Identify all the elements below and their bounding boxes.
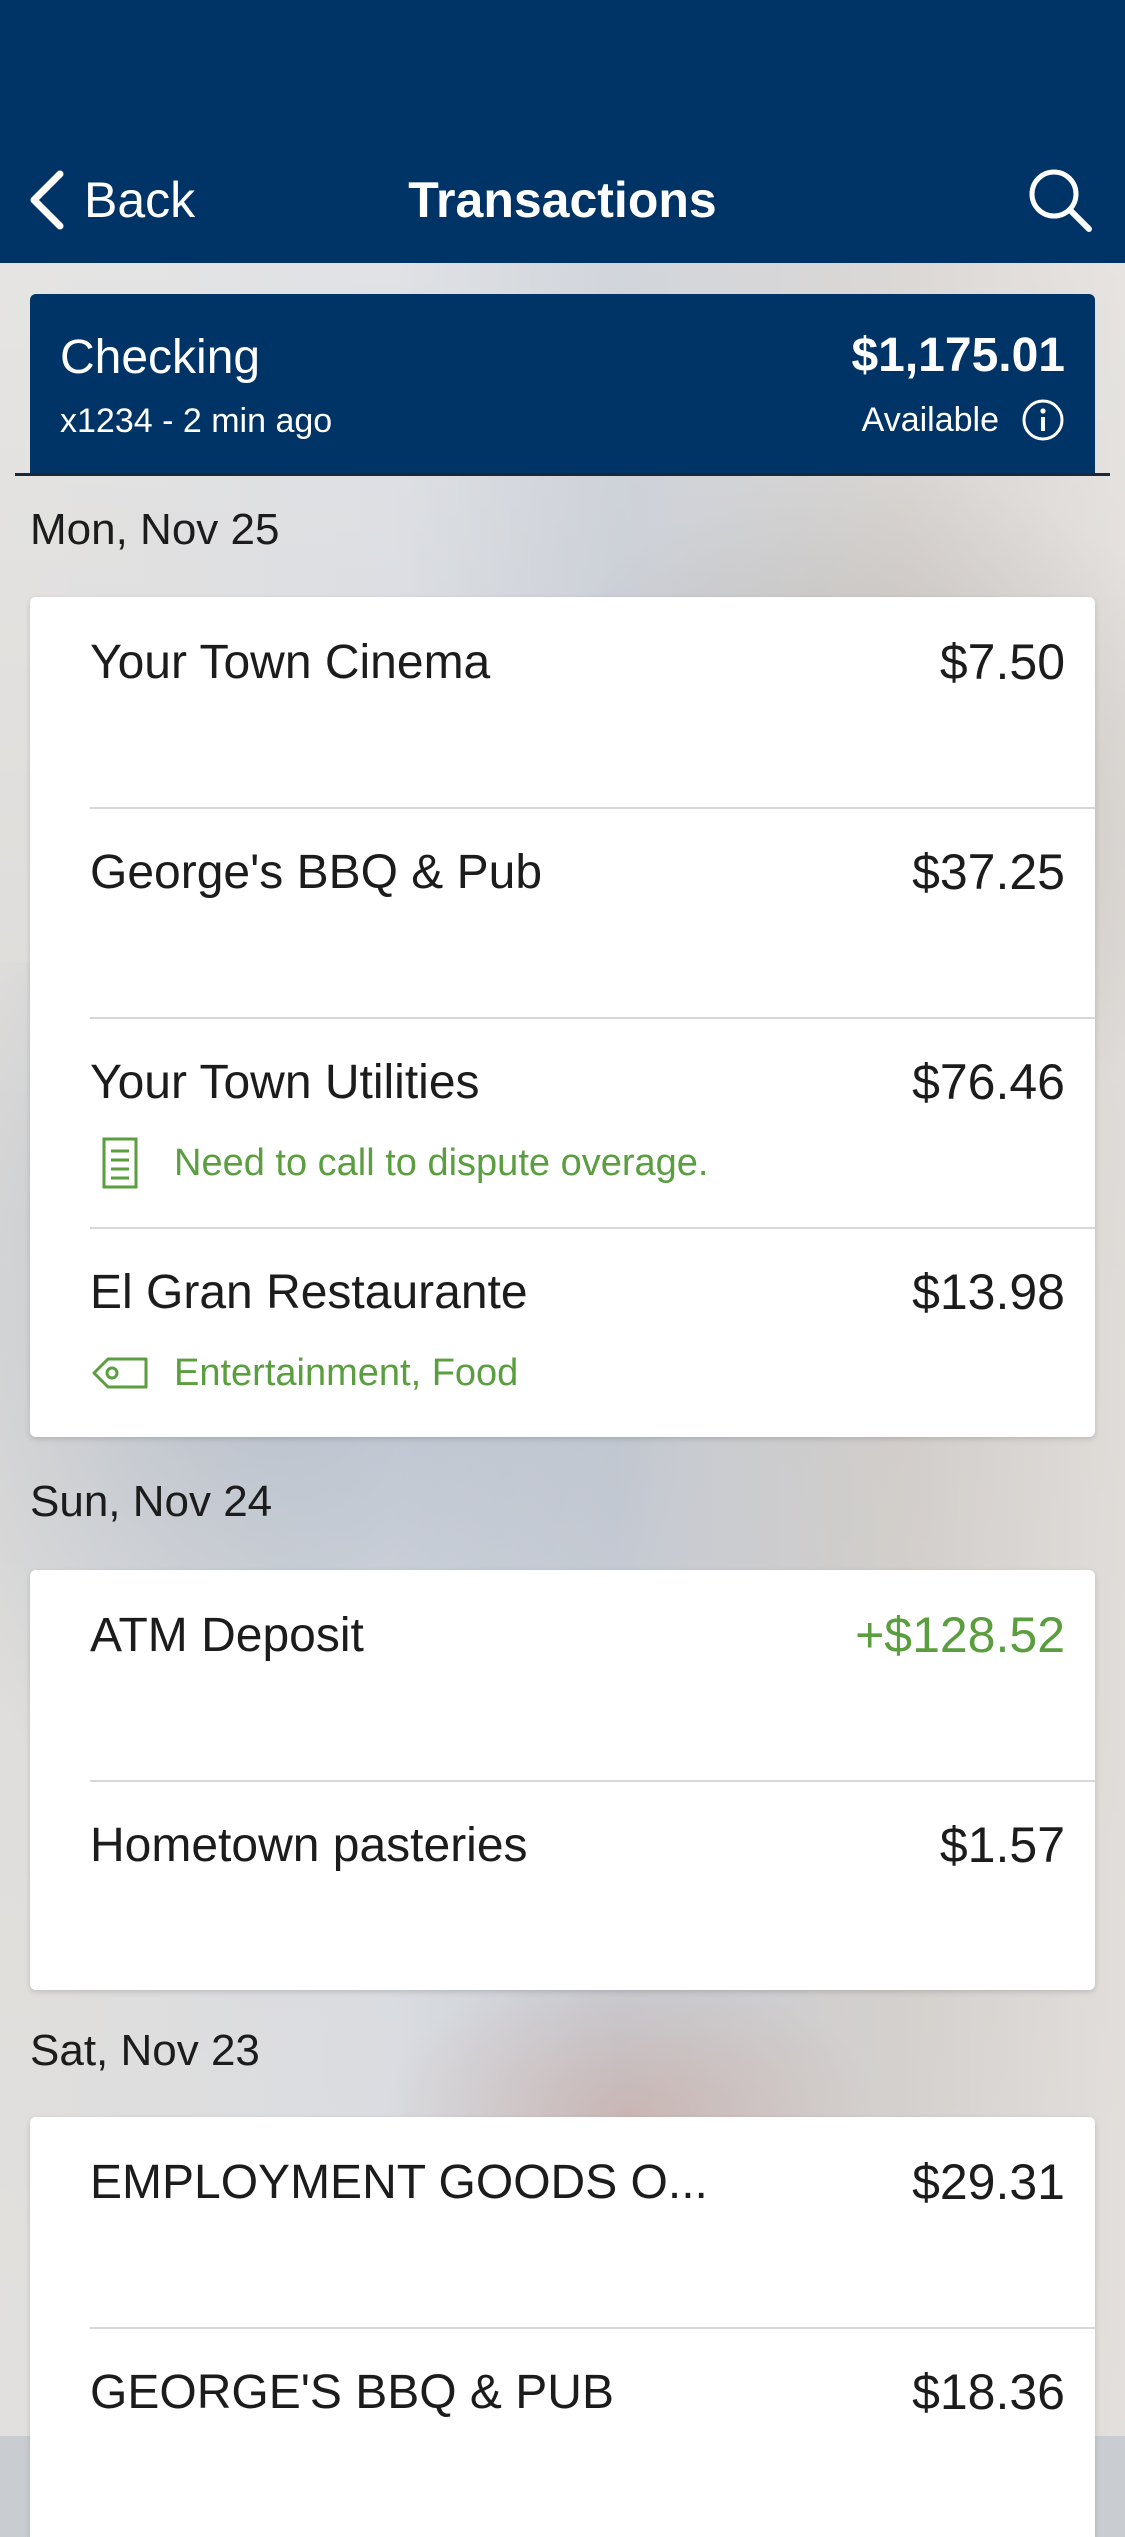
transaction-card: Your Town Cinema $7.50 George's BBQ & Pu…: [30, 597, 1095, 1437]
tag-icon: [92, 1357, 148, 1389]
info-icon[interactable]: [1021, 398, 1065, 442]
transaction-row[interactable]: Your Town Cinema $7.50: [30, 597, 1095, 807]
merchant-name: ATM Deposit: [90, 1609, 364, 1662]
account-divider: [15, 473, 1110, 476]
transaction-row[interactable]: George's BBQ & Pub $37.25: [30, 807, 1095, 1017]
search-icon[interactable]: [1025, 165, 1095, 235]
transaction-row[interactable]: GEORGE'S BBQ & PUB $18.36: [30, 2327, 1095, 2537]
available-label: Available: [861, 400, 999, 439]
merchant-name: El Gran Restaurante: [90, 1266, 528, 1319]
account-meta: x1234 - 2 min ago: [60, 402, 333, 440]
nav-header: Back Transactions: [0, 0, 1125, 263]
transaction-row[interactable]: Your Town Utilities $76.46 Need to call …: [30, 1017, 1095, 1227]
transaction-card: ATM Deposit +$128.52 Hometown pasteries …: [30, 1570, 1095, 1990]
transaction-amount: $18.36: [912, 2364, 1065, 2420]
merchant-name: Your Town Utilities: [90, 1056, 480, 1109]
merchant-name: George's BBQ & Pub: [90, 846, 543, 899]
transaction-row[interactable]: Hometown pasteries $1.57: [30, 1780, 1095, 1990]
transaction-amount: $76.46: [912, 1054, 1065, 1110]
tags-text: Entertainment, Food: [174, 1351, 519, 1394]
account-summary[interactable]: Checking x1234 - 2 min ago $1,175.01 Ava…: [30, 294, 1095, 474]
transaction-row[interactable]: ATM Deposit +$128.52: [30, 1570, 1095, 1780]
transaction-amount: $37.25: [912, 844, 1065, 900]
note-text: Need to call to dispute overage.: [174, 1141, 709, 1184]
document-icon: [102, 1137, 138, 1189]
transaction-tags: Entertainment, Food: [90, 1345, 518, 1401]
merchant-name: Hometown pasteries: [90, 1819, 528, 1872]
page-title: Transactions: [408, 172, 717, 228]
transaction-row[interactable]: El Gran Restaurante $13.98 Entertainment…: [30, 1227, 1095, 1437]
merchant-name: EMPLOYMENT GOODS O...: [90, 2156, 708, 2209]
transaction-amount: $1.57: [939, 1817, 1065, 1873]
transaction-amount: $29.31: [912, 2154, 1065, 2210]
date-header: Sat, Nov 23: [30, 2026, 260, 2075]
date-header: Sun, Nov 24: [30, 1477, 273, 1526]
available-row: Available: [862, 398, 1065, 442]
transaction-amount: $13.98: [912, 1264, 1065, 1320]
transaction-row[interactable]: EMPLOYMENT GOODS O... $29.31: [30, 2117, 1095, 2327]
transaction-amount: $7.50: [939, 634, 1065, 690]
merchant-name: GEORGE'S BBQ & PUB: [90, 2366, 614, 2419]
transaction-card: EMPLOYMENT GOODS O... $29.31 GEORGE'S BB…: [30, 2117, 1095, 2537]
transaction-note: Need to call to dispute overage.: [90, 1135, 708, 1191]
transaction-amount: +$128.52: [855, 1607, 1065, 1663]
account-name: Checking: [60, 331, 261, 384]
account-balance: $1,175.01: [851, 329, 1065, 382]
date-header: Mon, Nov 25: [30, 505, 280, 554]
merchant-name: Your Town Cinema: [90, 636, 491, 689]
